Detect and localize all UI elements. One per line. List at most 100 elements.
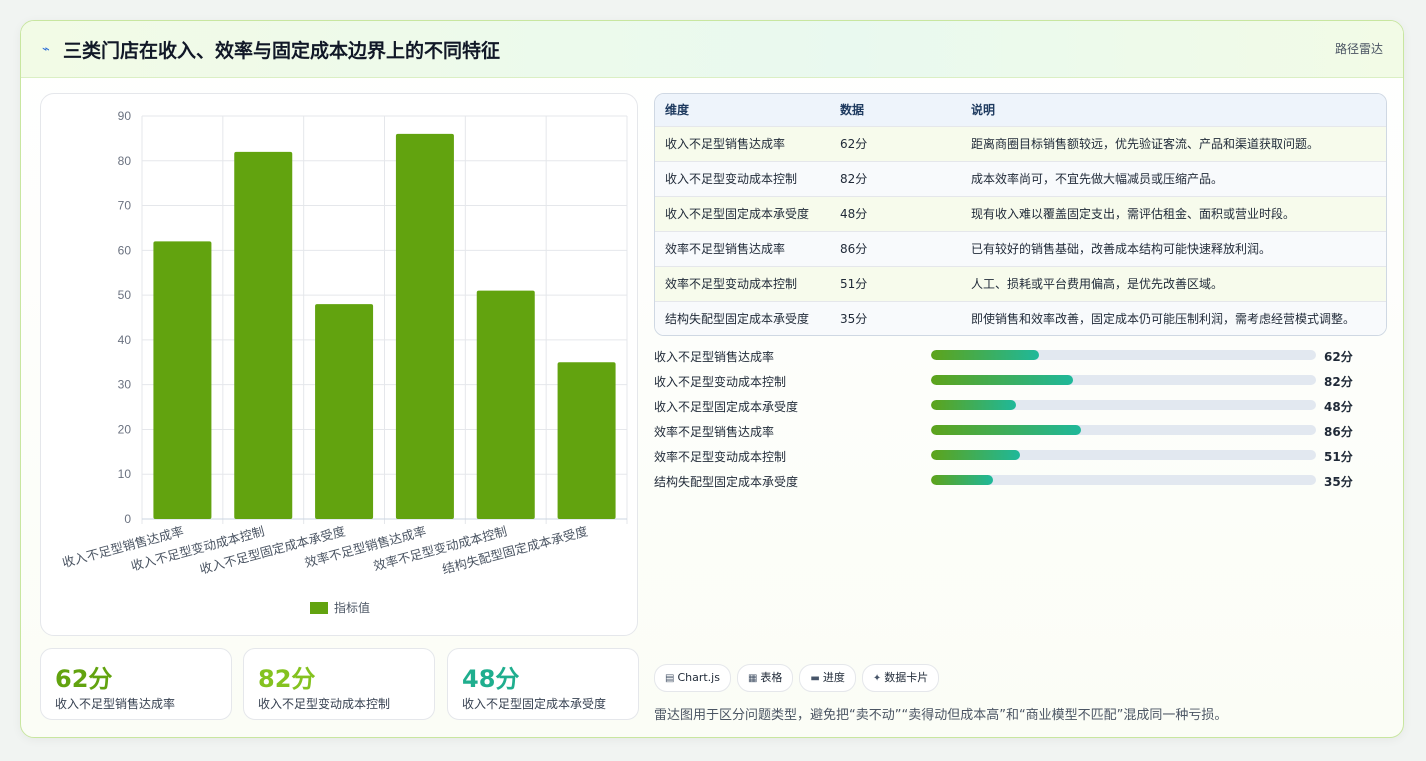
- legend-swatch: [310, 602, 328, 614]
- progress-track: [931, 375, 1316, 385]
- progress-track: [931, 475, 1316, 485]
- y-tick-label: 50: [118, 288, 132, 302]
- y-tick-label: 70: [118, 199, 132, 213]
- chip-label: 数据卡片: [884, 671, 929, 684]
- bar-chart: 0102030405060708090收入不足型销售达成率收入不足型变动成本控制…: [61, 109, 628, 615]
- table-header-dimension: 维度: [665, 103, 690, 117]
- stat-label: 收入不足型销售达成率: [55, 697, 176, 711]
- progress-track: [931, 425, 1316, 435]
- table-cell-description: 距离商圈目标销售额较远，优先验证客流、产品和渠道获取问题。: [971, 137, 1320, 151]
- progress-fill: [931, 375, 1074, 385]
- progress-row: 收入不足型销售达成率 62分: [654, 346, 1394, 371]
- stat-value: 82分: [258, 665, 316, 693]
- progress-label: 收入不足型销售达成率: [654, 350, 775, 364]
- table-cell-dimension: 结构失配型固定成本承受度: [665, 312, 810, 326]
- bar: [557, 362, 616, 519]
- sparkle-icon: ✦: [872, 673, 882, 684]
- progress-label: 收入不足型变动成本控制: [654, 375, 787, 389]
- y-tick-label: 0: [124, 512, 131, 526]
- progress-label: 收入不足型固定成本承受度: [654, 400, 799, 414]
- table-row: 收入不足型固定成本承受度 48分 现有收入难以覆盖固定支出，需评估租金、面积或营业时…: [655, 196, 1386, 231]
- bar: [153, 241, 212, 519]
- bar-chart-panel: 0 10 20 30 40 50 60 70 80 90 收入不足型销售达成率 收入不足型变动成本控制…: [40, 93, 638, 636]
- bar: [395, 133, 454, 519]
- bar: [234, 151, 293, 520]
- chip-label: 表格: [760, 671, 783, 684]
- header-subtitle: 路径雷达: [1334, 42, 1383, 56]
- chip-progress[interactable]: ▬ 进度: [799, 664, 856, 692]
- table-cell-value: 62分: [840, 137, 868, 151]
- table-row: 结构失配型固定成本承受度 35分 即使销售和效率改善，固定成本仍可能压制利润，需考虑…: [655, 301, 1386, 335]
- y-tick-label: 60: [118, 243, 132, 257]
- progress-row: 效率不足型销售达成率 86分: [654, 421, 1394, 446]
- stat-label: 收入不足型变动成本控制: [258, 697, 391, 711]
- bar: [476, 290, 535, 519]
- y-tick-label: 40: [118, 333, 132, 347]
- progress-label: 效率不足型变动成本控制: [654, 450, 787, 464]
- progress-value: 82分: [1324, 375, 1353, 389]
- table-cell-description: 人工、损耗或平台费用偏高，是优先改善区域。: [971, 277, 1224, 291]
- table-header-row: 维度 数据 说明: [655, 94, 1386, 126]
- stat-label: 收入不足型固定成本承受度: [462, 697, 607, 711]
- progress-row: 结构失配型固定成本承受度 35分: [654, 471, 1394, 496]
- data-table: 维度 数据 说明 收入不足型销售达成率 62分 距离商圈目标销售额较远，优先验证客流…: [654, 93, 1387, 336]
- table-cell-value: 86分: [840, 242, 868, 256]
- y-tick-label: 30: [118, 378, 132, 392]
- progress-value: 51分: [1324, 450, 1353, 464]
- page-title: 三类门店在收入、效率与固定成本边界上的不同特征: [63, 40, 501, 62]
- chip-label: 进度: [822, 671, 845, 684]
- footnote: 雷达图用于区分问题类型，避免把“卖不动”“卖得动但成本高”和“商业模型不匹配”混…: [654, 708, 1228, 723]
- progress-label: 效率不足型销售达成率: [654, 425, 775, 439]
- progress-row: 收入不足型变动成本控制 82分: [654, 371, 1394, 396]
- table-cell-dimension: 效率不足型销售达成率: [665, 242, 786, 256]
- progress-fill: [931, 450, 1020, 460]
- progress-track: [931, 350, 1316, 360]
- table-cell-description: 已有较好的销售基础，改善成本结构可能快速释放利润。: [971, 242, 1272, 256]
- table-row: 收入不足型销售达成率 62分 距离商圈目标销售额较远，优先验证客流、产品和渠道获取问…: [655, 126, 1386, 161]
- stat-card: 82分收入不足型变动成本控制: [243, 648, 435, 720]
- chip-row: ▤ Chart.js ▦ 表格 ▬ 进度 ✦ 数据卡片: [654, 664, 945, 692]
- table-cell-value: 82分: [840, 172, 868, 186]
- chip-chart[interactable]: ▤ Chart.js: [654, 664, 731, 692]
- stat-card: 62分收入不足型销售达成率: [40, 648, 232, 720]
- table-cell-description: 现有收入难以覆盖固定支出，需评估租金、面积或营业时段。: [971, 207, 1296, 221]
- stat-value: 48分: [462, 665, 520, 693]
- progress-row: 效率不足型变动成本控制 51分: [654, 446, 1394, 471]
- chip-sparkle[interactable]: ✦ 数据卡片: [861, 664, 940, 692]
- chart-icon: ▤: [665, 673, 675, 684]
- chip-table[interactable]: ▦ 表格: [736, 664, 794, 692]
- table-cell-description: 成本效率尚可，不宜先做大幅减员或压缩产品。: [971, 172, 1224, 186]
- table-cell-dimension: 收入不足型固定成本承受度: [665, 207, 810, 221]
- table-cell-value: 51分: [840, 277, 868, 291]
- table-cell-value: 35分: [840, 312, 868, 326]
- lightning-bolt-icon: ⌁: [42, 42, 50, 57]
- table-row: 收入不足型变动成本控制 82分 成本效率尚可，不宜先做大幅减员或压缩产品。: [655, 161, 1386, 196]
- table-cell-dimension: 收入不足型变动成本控制: [665, 172, 798, 186]
- table-header-data: 数据: [840, 103, 865, 117]
- chip-label: Chart.js: [677, 671, 720, 684]
- progress-label: 结构失配型固定成本承受度: [654, 475, 799, 489]
- main-card: ⌁ 三类门店在收入、效率与固定成本边界上的不同特征 路径雷达 0 10 20 30 40…: [20, 20, 1404, 738]
- y-tick-label: 10: [118, 467, 132, 481]
- y-tick-label: 90: [118, 109, 132, 123]
- y-tick-label: 20: [118, 422, 132, 436]
- table-cell-description: 即使销售和效率改善，固定成本仍可能压制利润，需考虑经营模式调整。: [971, 312, 1356, 326]
- progress-value: 62分: [1324, 350, 1353, 364]
- table-row: 效率不足型变动成本控制 51分 人工、损耗或平台费用偏高，是优先改善区域。: [655, 266, 1386, 301]
- progress-value: 86分: [1324, 425, 1353, 439]
- header: ⌁ 三类门店在收入、效率与固定成本边界上的不同特征 路径雷达: [21, 21, 1403, 78]
- y-tick-label: 80: [118, 154, 132, 168]
- progress-fill: [931, 425, 1082, 435]
- bar: [315, 304, 374, 519]
- table-cell-value: 48分: [840, 207, 868, 221]
- progress-icon: ▬: [810, 673, 820, 684]
- stat-value: 62分: [55, 665, 113, 693]
- progress-fill: [931, 400, 1016, 410]
- table-icon: ▦: [747, 673, 758, 684]
- progress-fill: [931, 475, 993, 485]
- progress-value: 35分: [1324, 475, 1353, 489]
- progress-list: 收入不足型销售达成率 62分收入不足型变动成本控制 82分收入不足型固定成本承受度 4…: [654, 346, 1394, 496]
- progress-value: 48分: [1324, 400, 1353, 414]
- progress-row: 收入不足型固定成本承受度 48分: [654, 396, 1394, 421]
- progress-track: [931, 450, 1316, 460]
